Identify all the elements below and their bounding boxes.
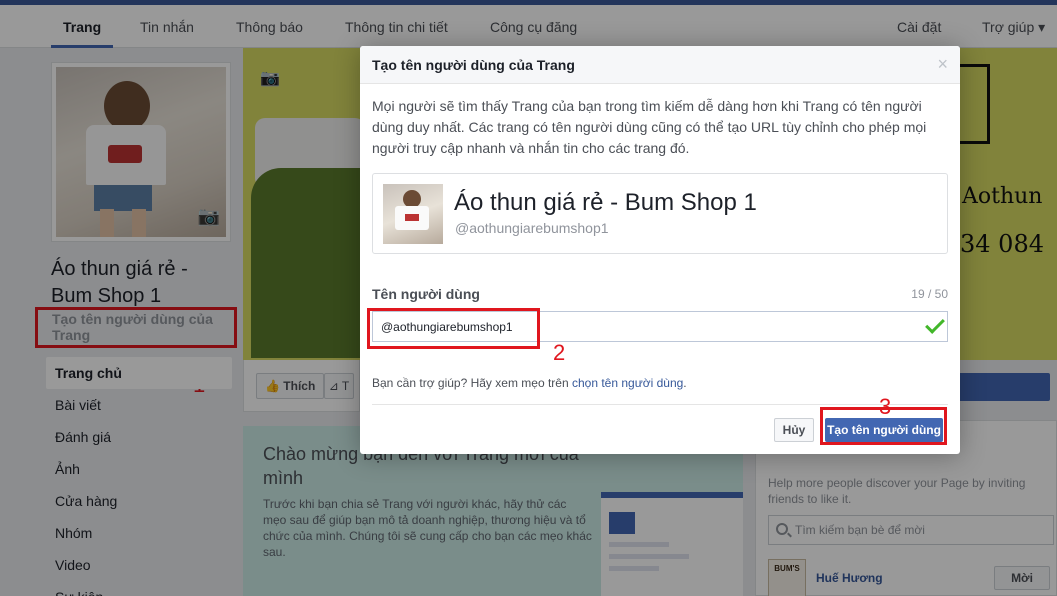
preview-username: @aothungiarebumshop1 — [455, 220, 609, 236]
create-username-dialog: Tạo tên người dùng của Trang × Mọi người… — [360, 46, 960, 454]
dialog-divider — [372, 404, 948, 405]
character-counter: 19 / 50 — [911, 287, 948, 301]
help-suffix: . — [683, 376, 687, 390]
username-field-label: Tên người dùng — [372, 286, 480, 302]
dialog-description: Mọi người sẽ tìm thấy Trang của bạn tron… — [372, 98, 927, 156]
dialog-title: Tạo tên người dùng của Trang — [372, 57, 575, 73]
dialog-header: Tạo tên người dùng của Trang × — [360, 46, 960, 84]
help-prefix: Bạn cần trợ giúp? Hãy xem mẹo trên — [372, 376, 572, 390]
cancel-button[interactable]: Hủy — [774, 418, 814, 442]
preview-page-name: Áo thun giá rẻ - Bum Shop 1 — [454, 189, 757, 216]
username-tips-link[interactable]: chọn tên người dùng — [572, 376, 683, 390]
page-thumbnail — [383, 184, 443, 244]
help-text: Bạn cần trợ giúp? Hãy xem mẹo trên chọn … — [372, 376, 687, 390]
close-icon[interactable]: × — [937, 54, 948, 75]
step-annotation-2: 2 — [553, 340, 566, 365]
step-annotation-3: 3 — [879, 394, 892, 419]
highlight-box-username-input — [367, 308, 540, 349]
page-preview-card: Áo thun giá rẻ - Bum Shop 1 @aothungiare… — [372, 173, 948, 254]
